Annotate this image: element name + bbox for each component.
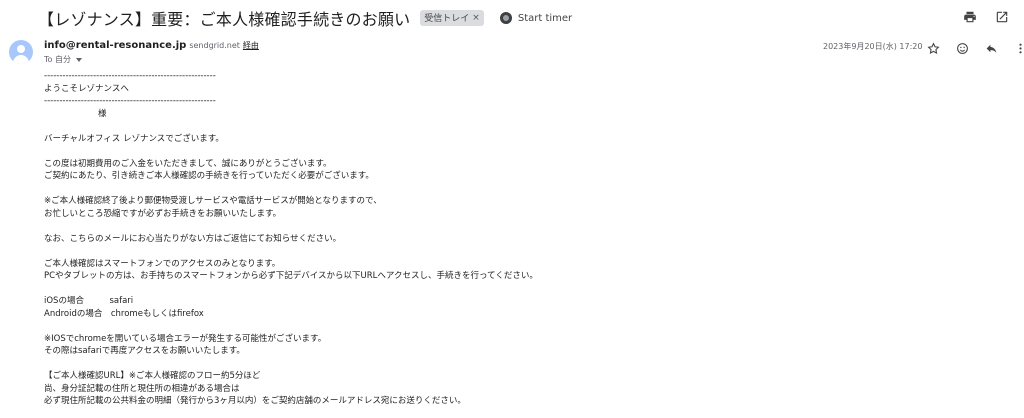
body-line: ----------------------------------------… bbox=[44, 71, 216, 81]
body-line: Androidの場合 chromeもしくはfirefox bbox=[44, 308, 204, 319]
to-label: To 自分 bbox=[44, 55, 71, 64]
body-line bbox=[44, 283, 984, 296]
body-line: 様 bbox=[44, 108, 107, 119]
avatar-body bbox=[13, 55, 29, 64]
body-line: ご契約にあたり、引き続きご本人様確認の手続きを行っていただく必要がございます。 bbox=[44, 171, 374, 181]
body-line: その際はsafariで再度アクセスをお願いいたします。 bbox=[44, 346, 245, 356]
timer-icon bbox=[499, 12, 512, 24]
body-line: iOSの場合 safari bbox=[44, 296, 134, 306]
body-line bbox=[44, 183, 984, 196]
email-body: ----------------------------------------… bbox=[44, 70, 984, 408]
email-subject: 【レゾナンス】重要：ご本人様確認手続きのお願い bbox=[38, 10, 411, 29]
show-details-caret-icon[interactable] bbox=[75, 57, 82, 62]
recipient-row: To 自分 bbox=[44, 54, 82, 65]
body-line bbox=[44, 220, 984, 233]
body-line: ※IOSでchromeを開いている場合エラーが発生する可能性がございます。 bbox=[44, 333, 327, 344]
sender-avatar[interactable] bbox=[9, 40, 33, 64]
body-line: 【ご本人様確認URL】※ご本人様確認のフロー約5分ほど bbox=[44, 371, 261, 381]
body-line: ご本人様確認はスマートフォンでのアクセスのみとなります。 bbox=[44, 258, 281, 269]
body-line bbox=[44, 320, 984, 333]
body-line: 尚、身分証記載の住所と現住所の相違がある場合は bbox=[44, 383, 240, 394]
body-line bbox=[44, 120, 984, 133]
inbox-label-chip[interactable]: 受信トレイ × bbox=[420, 10, 484, 26]
body-line: なお、こちらのメールにお心当たりがない方はご返信にてお知らせください。 bbox=[44, 233, 342, 244]
avatar-head bbox=[17, 45, 25, 53]
open-in-new-window-icon[interactable] bbox=[994, 9, 1010, 25]
body-line: PCやタブレットの方は、お手持ちのスマートフォンから必ず下記デバイスから以下UR… bbox=[44, 271, 538, 281]
body-line bbox=[44, 245, 984, 258]
body-line: バーチャルオフィス レゾナンスでございます。 bbox=[44, 133, 224, 144]
body-line: この度は初期費用のご入金をいただきまして、誠にありがとうございます。 bbox=[44, 158, 332, 169]
reply-icon[interactable] bbox=[983, 40, 999, 56]
remove-label-button[interactable]: × bbox=[472, 13, 480, 23]
email-date: 2023年9月20日(水) 17:20 bbox=[823, 42, 923, 51]
inbox-label-text: 受信トレイ bbox=[424, 14, 470, 24]
start-timer-label: Start timer bbox=[517, 12, 573, 24]
more-vert-icon[interactable] bbox=[1012, 40, 1024, 56]
via-domain: sendgrid.net bbox=[189, 41, 240, 50]
sender-row: info@rental-resonance.jp sendgrid.net 経由 bbox=[44, 40, 259, 51]
via-label-link[interactable]: 経由 bbox=[243, 40, 259, 51]
message-actions bbox=[925, 40, 1024, 56]
star-icon[interactable] bbox=[925, 40, 941, 56]
print-icon[interactable] bbox=[962, 9, 978, 25]
body-line: 必ず現住所記載の公共料金の明細（発行から3ヶ月以内）をご契約店舗のメールアドレス… bbox=[44, 396, 466, 406]
body-line: ※ご本人様確認終了後より郵便物受渡しサービスや電話サービスが開始となりますので、 bbox=[44, 196, 382, 206]
top-toolbar bbox=[962, 9, 1010, 25]
body-line: ようこそレゾナンスへ bbox=[44, 83, 129, 94]
sender-email[interactable]: info@rental-resonance.jp bbox=[44, 40, 186, 51]
body-line: お忙しいところ恐縮ですが必ずお手続きをお願いいたします。 bbox=[44, 208, 282, 219]
subject-row: 【レゾナンス】重要：ご本人様確認手続きのお願い 受信トレイ × Start ti… bbox=[38, 6, 572, 30]
body-line bbox=[44, 145, 984, 158]
body-line bbox=[44, 358, 984, 371]
emoji-reaction-icon[interactable] bbox=[954, 40, 970, 56]
start-timer-button[interactable]: Start timer bbox=[499, 12, 573, 24]
body-line: ----------------------------------------… bbox=[44, 96, 216, 106]
